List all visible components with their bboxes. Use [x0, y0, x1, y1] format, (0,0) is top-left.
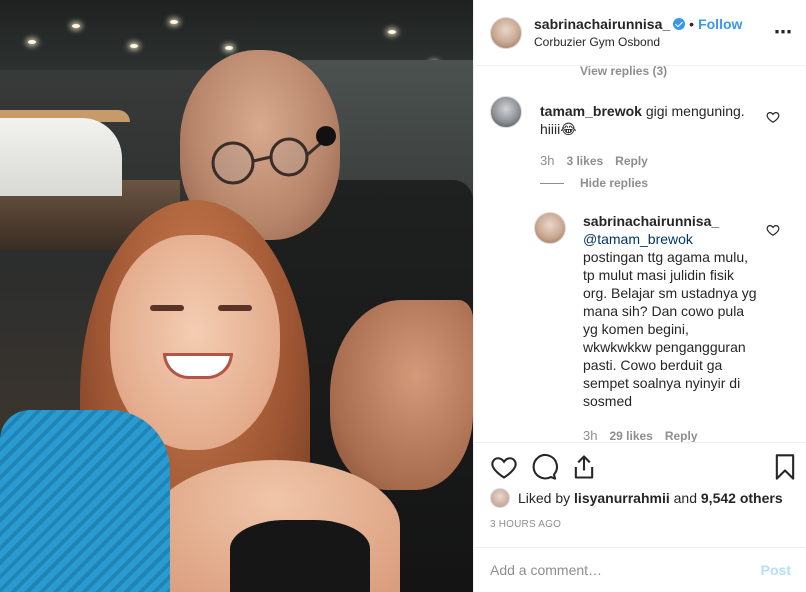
- reply-like-heart-icon[interactable]: [766, 223, 780, 237]
- hide-replies-button[interactable]: Hide replies: [540, 176, 648, 190]
- reply-mention[interactable]: @tamam_brewok: [583, 231, 693, 247]
- post-timestamp[interactable]: 3 HOURS AGO: [490, 519, 561, 530]
- comments-list[interactable]: View replies (3) tamam_brewok gigi mengu…: [474, 66, 806, 442]
- add-comment-input[interactable]: Add a comment…: [490, 562, 761, 578]
- likes-others-count[interactable]: 9,542 others: [701, 490, 783, 506]
- ceiling-light: [388, 30, 396, 34]
- hide-replies-line: [540, 182, 564, 184]
- comment-likes[interactable]: 3 likes: [566, 154, 603, 168]
- header-separator: •: [689, 16, 695, 32]
- author-avatar[interactable]: [490, 16, 522, 49]
- eye: [218, 305, 252, 311]
- view-replies-faded[interactable]: View replies (3): [580, 66, 667, 78]
- like-heart-icon[interactable]: [490, 453, 518, 481]
- replier-username[interactable]: sabrinachairunnisa_: [583, 213, 719, 229]
- reply-button[interactable]: Reply: [615, 154, 648, 168]
- follow-button[interactable]: Follow: [698, 16, 742, 32]
- reply-text-block: sabrinachairunnisa_ @tamam_brewok postin…: [583, 212, 758, 410]
- ceiling-light: [130, 44, 138, 48]
- reply-time: 3h: [583, 428, 598, 442]
- ceiling-light: [170, 20, 178, 24]
- liker-username[interactable]: lisyanurrahmii: [574, 490, 670, 506]
- post-photo[interactable]: [0, 0, 473, 592]
- likes-summary: Liked by lisyanurrahmii and 9,542 others: [490, 488, 783, 508]
- reply-text: postingan ttg agama mulu, tp mulut masi …: [583, 249, 757, 409]
- glasses-icon: [211, 137, 322, 185]
- comment-like-heart-icon[interactable]: [766, 110, 780, 124]
- replier-avatar[interactable]: [534, 212, 566, 244]
- comment-meta: 3h 3 likes Reply: [540, 153, 648, 168]
- hide-replies-label: Hide replies: [580, 176, 649, 190]
- post-header: sabrinachairunnisa_ • Follow Corbuzier Gym…: [474, 0, 806, 66]
- author-username[interactable]: sabrinachairunnisa_: [534, 16, 670, 32]
- man-arm: [330, 300, 473, 490]
- save-bookmark-icon[interactable]: [771, 453, 799, 481]
- blue-towel: [0, 410, 170, 592]
- liker-avatar[interactable]: [490, 488, 510, 508]
- comment-item: [490, 96, 522, 128]
- reply-reply-button[interactable]: Reply: [665, 429, 698, 443]
- commenter-avatar[interactable]: [490, 96, 522, 128]
- post-side-panel: sabrinachairunnisa_ • Follow Corbuzier Gym…: [473, 0, 806, 592]
- woman-top: [230, 520, 370, 592]
- ceiling-light: [28, 40, 36, 44]
- reply-meta: 3h 29 likes Reply: [583, 428, 698, 442]
- comment-text-block: tamam_brewok gigi menguning. hiiii😂: [540, 102, 755, 138]
- earbud: [316, 126, 336, 146]
- reception-counter: [0, 118, 122, 196]
- likes-text: Liked by lisyanurrahmii and 9,542 others: [518, 490, 783, 506]
- location-link[interactable]: Corbuzier Gym Osbond: [534, 35, 742, 50]
- share-icon[interactable]: [570, 453, 598, 481]
- liked-by-prefix: Liked by: [518, 490, 571, 506]
- add-comment-bar: Add a comment… Post: [474, 547, 806, 592]
- action-icons: [490, 453, 795, 487]
- reply-item: [534, 212, 566, 244]
- header-text: sabrinachairunnisa_ • Follow Corbuzier Gym…: [534, 15, 742, 50]
- likes-and: and: [673, 490, 697, 506]
- post-comment-button[interactable]: Post: [761, 562, 791, 578]
- comment-time: 3h: [540, 153, 555, 168]
- verified-badge-icon: [673, 18, 686, 30]
- ceiling-light: [225, 46, 233, 50]
- reply-likes[interactable]: 29 likes: [609, 429, 652, 443]
- post-actions: [474, 442, 806, 487]
- commenter-username[interactable]: tamam_brewok: [540, 103, 642, 119]
- comment-icon[interactable]: [530, 453, 558, 481]
- more-options-icon[interactable]: ⋯: [774, 22, 793, 43]
- ceiling-light: [72, 24, 80, 28]
- eye: [150, 305, 184, 311]
